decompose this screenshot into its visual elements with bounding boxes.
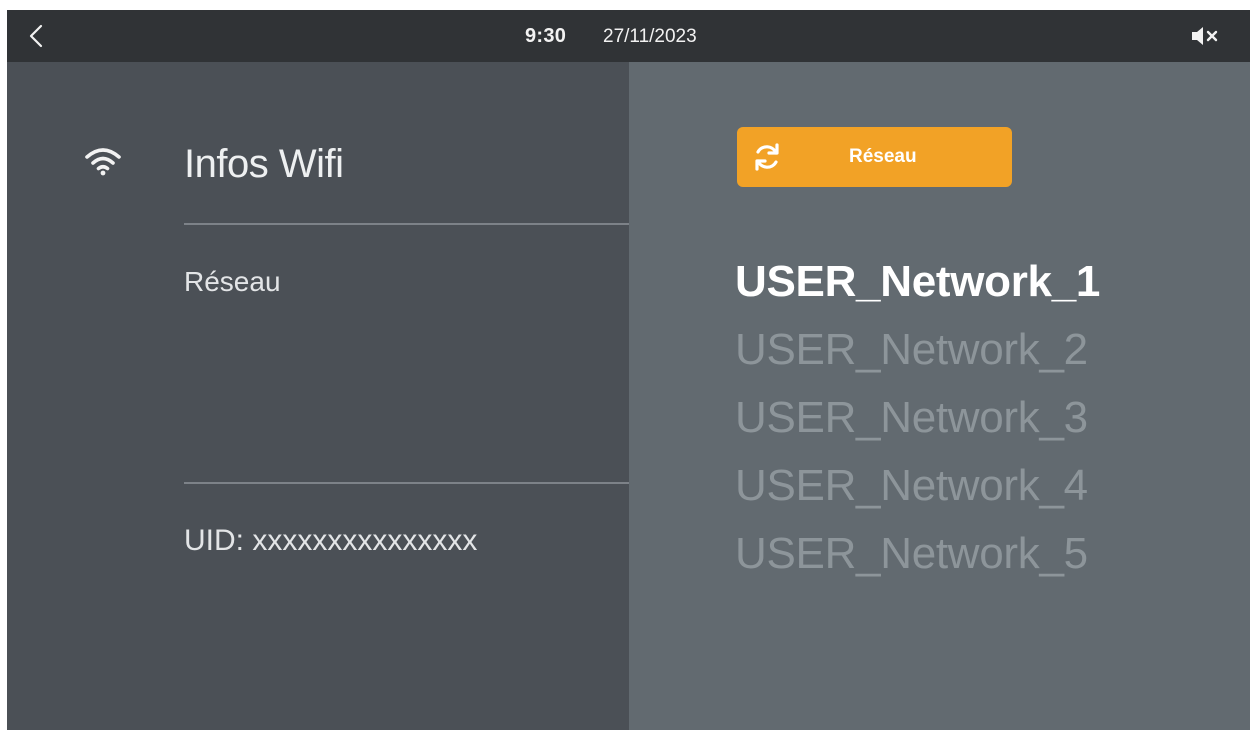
- network-item-selected[interactable]: USER_Network_1: [735, 248, 1100, 316]
- back-button[interactable]: [21, 20, 51, 52]
- mute-button[interactable]: [1187, 22, 1223, 50]
- speaker-muted-icon: [1192, 27, 1218, 45]
- chevron-left-icon: [29, 24, 43, 48]
- network-list-panel: Réseau USER_Network_1 USER_Network_2 USE…: [629, 62, 1250, 730]
- refresh-networks-button[interactable]: Réseau: [737, 127, 1012, 187]
- clock-date: 27/11/2023: [603, 26, 697, 47]
- wifi-icon: [85, 148, 121, 176]
- network-label: Réseau: [184, 266, 281, 297]
- network-item[interactable]: USER_Network_2: [735, 316, 1100, 384]
- clock-time: 9:30: [525, 25, 567, 47]
- network-list: USER_Network_1 USER_Network_2 USER_Netwo…: [735, 248, 1100, 588]
- status-bar: 9:30 27/11/2023: [7, 10, 1250, 62]
- device-screen: 9:30 27/11/2023 Infos Wifi Réseau UID: x…: [7, 10, 1250, 730]
- network-item[interactable]: USER_Network_3: [735, 384, 1100, 452]
- refresh-icon: [755, 143, 779, 171]
- divider: [184, 482, 629, 484]
- uid-label: UID: xxxxxxxxxxxxxxx: [184, 524, 478, 557]
- page-title: Infos Wifi: [184, 142, 344, 186]
- divider: [184, 223, 629, 225]
- wifi-info-panel: Infos Wifi Réseau UID: xxxxxxxxxxxxxxx: [7, 62, 629, 730]
- network-item[interactable]: USER_Network_5: [735, 520, 1100, 588]
- network-item[interactable]: USER_Network_4: [735, 452, 1100, 520]
- refresh-button-label: Réseau: [849, 146, 917, 167]
